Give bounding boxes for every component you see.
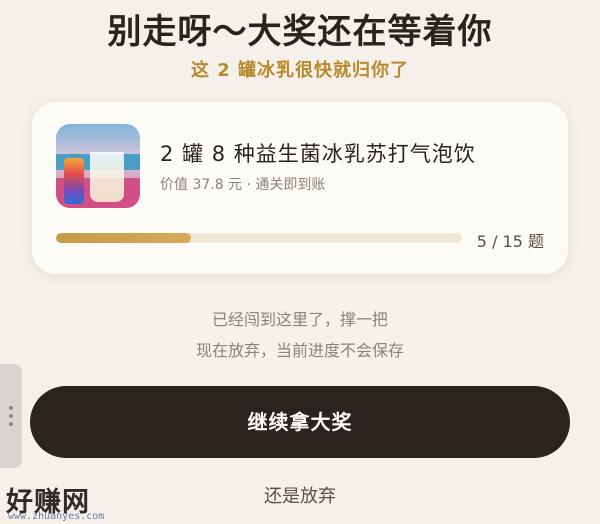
handle-dot-icon: [9, 406, 13, 410]
product-name: 2 罐 8 种益生菌冰乳苏打气泡饮: [160, 142, 476, 166]
watermark-logo: 好赚网 www.zhuanyes.com: [6, 480, 124, 524]
handle-dot-icon: [9, 422, 13, 426]
continue-button[interactable]: 继续拿大奖: [30, 386, 570, 458]
watermark-url: www.zhuanyes.com: [8, 511, 105, 522]
product-image: [56, 124, 140, 208]
page-title: 别走呀～大奖还在等着你: [107, 12, 493, 52]
glass-icon: [90, 152, 124, 202]
page-subtitle: 这 2 罐冰乳很快就归你了: [190, 60, 410, 81]
progress-fill: [56, 233, 192, 243]
handle-dot-icon: [9, 414, 13, 418]
prize-card: 2 罐 8 种益生菌冰乳苏打气泡饮 价值 37.8 元 · 通关即到账 5 / …: [32, 102, 568, 274]
exit-retention-page: 别走呀～大奖还在等着你 这 2 罐冰乳很快就归你了 2 罐 8 种益生菌冰乳苏打…: [0, 0, 600, 524]
progress-bar: [56, 233, 462, 243]
product-meta: 价值 37.8 元 · 通关即到账: [160, 177, 326, 193]
side-drawer-handle[interactable]: [0, 364, 22, 468]
hint-text-line-1: 已经闯到这里了，撑一把: [211, 310, 388, 329]
can-icon: [64, 158, 84, 204]
hint-text-line-2: 现在放弃，当前进度不会保存: [195, 341, 404, 360]
progress-label: 5 / 15 题: [476, 232, 544, 251]
